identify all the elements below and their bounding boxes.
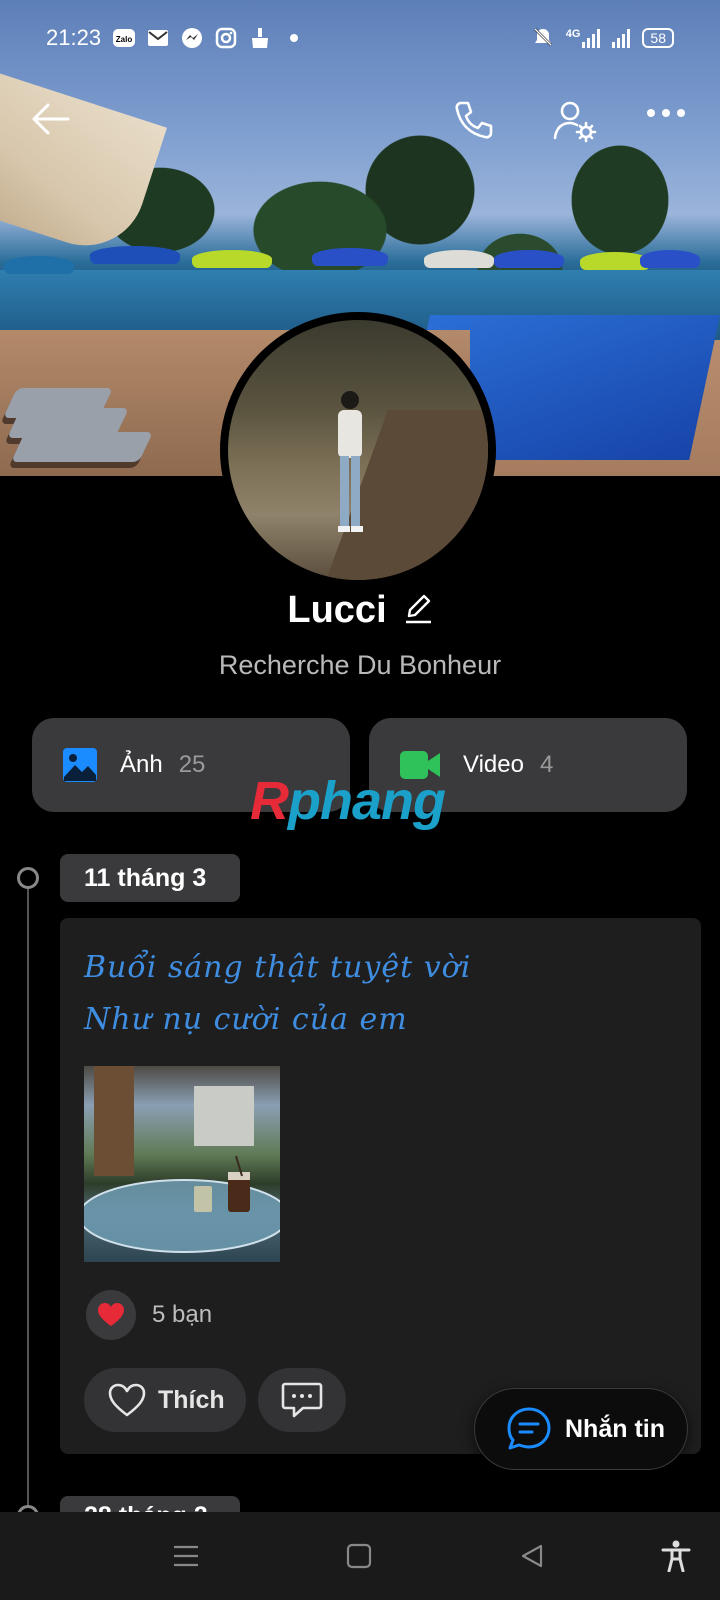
post-text-line: Như nụ cười của em <box>84 1002 408 1037</box>
cover-umbrella <box>494 250 564 268</box>
post-card[interactable]: Buổi sáng thật tuyệt vời Như nụ cười của… <box>60 918 701 1454</box>
dot-icon <box>283 27 305 49</box>
pencil-icon <box>405 594 431 623</box>
message-button[interactable]: Nhắn tin <box>474 1388 688 1470</box>
square-icon <box>346 1543 372 1569</box>
accessibility-icon <box>661 1540 691 1572</box>
messenger-icon <box>181 27 203 49</box>
profile-name: Lucci <box>287 588 387 631</box>
cover-lounger <box>11 432 153 462</box>
menu-lines-icon <box>174 1545 198 1567</box>
photo-icon <box>63 748 97 782</box>
status-indicators: 4G 58 <box>532 26 674 51</box>
cover-umbrella <box>424 250 494 268</box>
post-text: Buổi sáng thật tuyệt vời Như nụ cười của… <box>84 942 471 1046</box>
reaction-row[interactable]: 5 bạn <box>86 1290 212 1340</box>
mute-icon <box>532 26 554 51</box>
zalo-icon: Zalo <box>113 27 136 49</box>
back-button[interactable] <box>30 102 80 142</box>
accessibility-button[interactable] <box>656 1536 696 1576</box>
watermark-logo: Rphang <box>250 771 446 831</box>
network-type: 4G <box>565 28 581 40</box>
post-text-line: Buổi sáng thật tuyệt vời <box>84 950 472 985</box>
photos-count: 25 <box>178 751 206 778</box>
zalo-label: Zalo <box>116 35 133 44</box>
call-button[interactable] <box>452 98 500 146</box>
mail-icon <box>147 27 169 49</box>
user-settings-icon <box>553 101 597 143</box>
cover-umbrella <box>4 256 74 274</box>
heart-outline-icon <box>108 1383 146 1417</box>
timeline-dot <box>17 867 39 889</box>
cleaner-icon <box>249 27 271 49</box>
status-time: 21:23 <box>46 25 102 50</box>
battery-indicator: 58 <box>642 28 674 48</box>
like-button[interactable]: Thích <box>84 1368 246 1432</box>
timeline-line <box>27 877 29 1512</box>
message-label: Nhắn tin <box>565 1414 665 1443</box>
status-bar: 21:23 Zalo 4G 58 <box>0 0 720 76</box>
recent-apps-button[interactable] <box>166 1536 206 1576</box>
post-photo[interactable] <box>84 1066 280 1262</box>
cover-umbrella <box>192 250 272 268</box>
chat-bubble-icon <box>507 1407 551 1450</box>
edit-name-button[interactable] <box>403 592 433 629</box>
heart-reaction-icon <box>86 1290 136 1340</box>
triangle-back-icon <box>521 1544 543 1568</box>
cover-umbrella <box>640 250 700 268</box>
like-label: Thích <box>158 1385 225 1414</box>
photos-label: Ảnh <box>120 751 163 778</box>
comment-icon <box>281 1382 323 1418</box>
instagram-icon <box>215 27 237 49</box>
back-nav-button[interactable] <box>512 1536 552 1576</box>
more-options-button[interactable] <box>646 106 696 136</box>
avatar-photo <box>228 320 488 580</box>
more-dots-icon <box>647 109 685 117</box>
videos-label: Video <box>463 751 524 778</box>
reaction-count: 5 bạn <box>152 1301 213 1328</box>
back-arrow-icon <box>32 103 70 135</box>
cover-umbrella <box>90 246 180 264</box>
profile-settings-button[interactable] <box>552 98 600 146</box>
signal-4g-icon: 4G <box>566 28 601 48</box>
profile-avatar[interactable] <box>220 312 496 588</box>
top-nav <box>0 86 720 158</box>
profile-name-row: Lucci <box>0 582 720 638</box>
signal-icon <box>612 28 631 48</box>
profile-status: Recherche Du Bonheur <box>218 650 502 680</box>
cover-umbrella <box>312 248 388 266</box>
home-button[interactable] <box>339 1536 379 1576</box>
system-nav-bar <box>0 1512 720 1600</box>
avatar-person <box>338 391 363 532</box>
videos-count: 4 <box>539 751 554 778</box>
post-photo-scene <box>84 1066 280 1253</box>
timeline-date: 11 tháng 3 <box>60 854 240 902</box>
phone-icon <box>455 101 493 139</box>
comment-button[interactable] <box>258 1368 346 1432</box>
